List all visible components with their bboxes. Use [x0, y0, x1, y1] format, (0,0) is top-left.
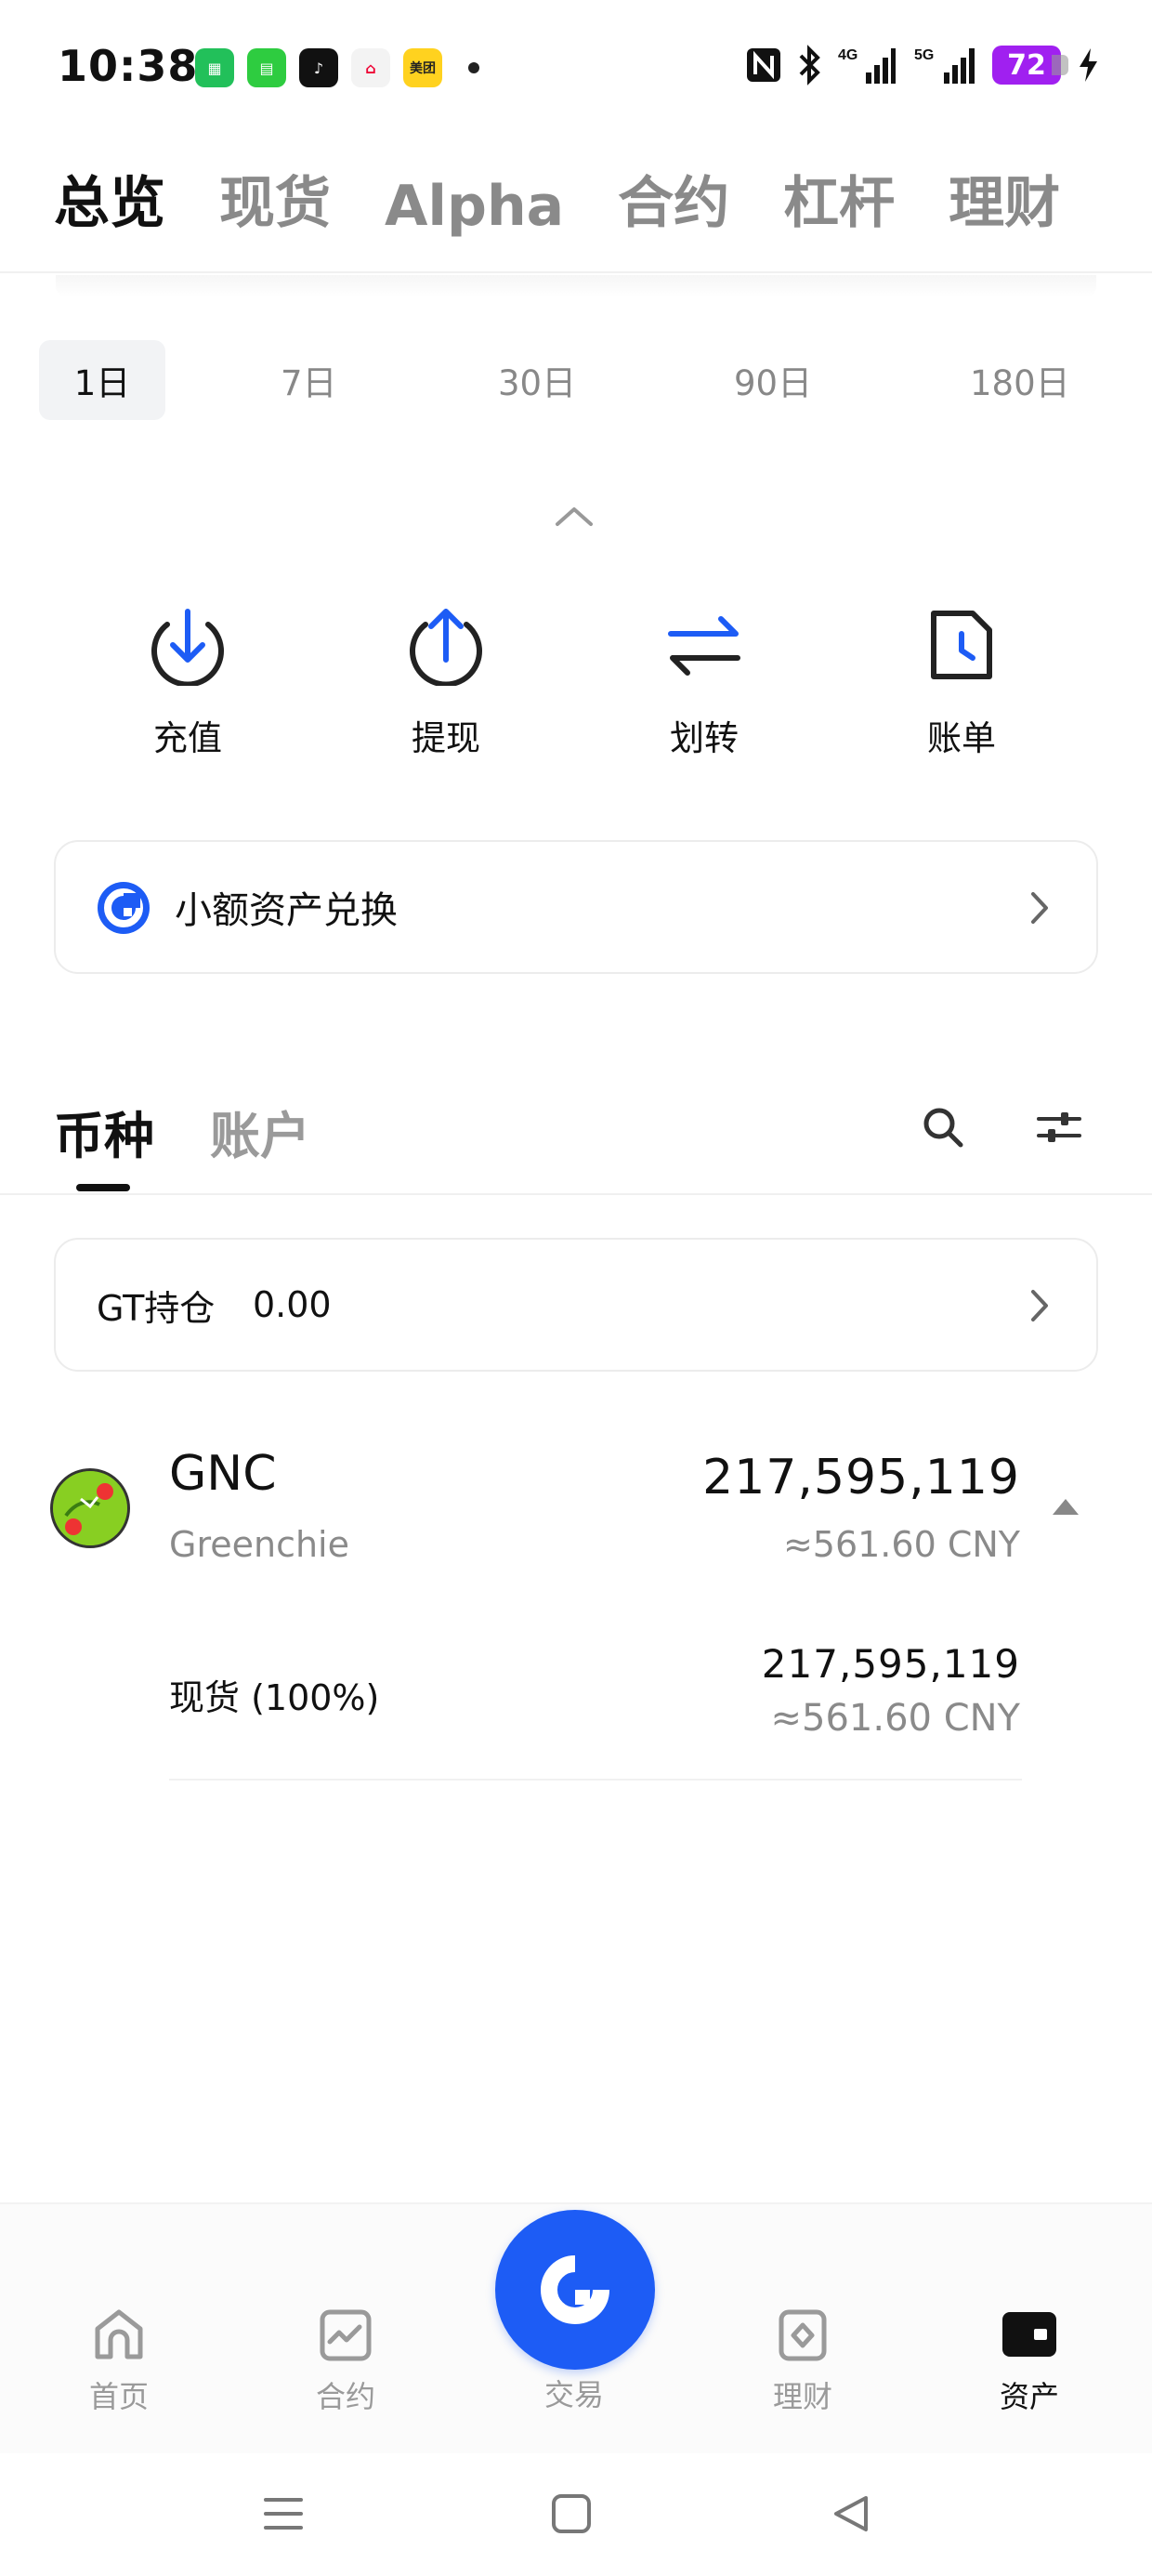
caret-up-icon[interactable] [1050, 1496, 1081, 1517]
withdraw-icon [410, 609, 482, 686]
status-bar: 10:38 ▦ ▤ ♪ ⌂ 美团 4G 5G 72 [0, 0, 1152, 130]
tab-margin[interactable]: 杠杆 [783, 158, 895, 239]
chevron-up-icon[interactable] [554, 502, 595, 530]
period-7d[interactable]: 7日 [281, 340, 337, 420]
nav-earn-label: 理财 [772, 2379, 832, 2414]
nav-assets-label: 资产 [999, 2379, 1059, 2414]
period-90d[interactable]: 90日 [734, 340, 812, 420]
transfer-label: 划转 [670, 718, 739, 758]
charging-icon [1076, 45, 1100, 85]
period-selector: 1日 7日 30日 90日 180日 [39, 340, 1117, 420]
period-1d[interactable]: 1日 [39, 340, 165, 420]
network-5g-label: 5G [914, 47, 934, 63]
back-triangle-icon[interactable] [829, 2491, 875, 2537]
home-app-icon: ⌂ [351, 48, 390, 87]
coin-name: Greenchie [169, 1524, 349, 1565]
chevron-right-icon [1031, 1290, 1048, 1321]
menu-icon[interactable] [260, 2491, 307, 2537]
withdraw-button[interactable]: 提现 [362, 604, 530, 760]
signal-5g-icon: 5G [910, 45, 977, 85]
bill-button[interactable]: 账单 [878, 604, 1045, 760]
coin-amount: 217,595,119 [702, 1450, 1020, 1505]
spot-breakdown-cny: ≈561.60 CNY [770, 1697, 1020, 1740]
system-navigation [0, 2453, 1152, 2576]
breakdown-divider [169, 1779, 1022, 1781]
home-icon [95, 2309, 143, 2359]
meituan-label: 美团 [410, 61, 436, 76]
coin-cny-value: ≈561.60 CNY [782, 1524, 1020, 1565]
tab-spot[interactable]: 现货 [219, 158, 331, 239]
battery-level: 72 [1007, 48, 1046, 82]
signal-4g-icon: 4G [838, 45, 896, 85]
period-30d[interactable]: 30日 [498, 340, 576, 420]
dust-convert-label: 小额资产兑换 [175, 889, 398, 932]
asset-tabs: 币种 账户 [54, 1095, 310, 1168]
nav-assets[interactable]: 资产 [964, 2307, 1094, 2416]
meituan-icon: 美团 [403, 48, 442, 87]
tab-earn[interactable]: 理财 [949, 158, 1060, 239]
nav-trade-label: 交易 [543, 2377, 604, 2412]
coin-symbol: GNC [169, 1446, 277, 1502]
earn-icon [779, 2309, 827, 2361]
trade-button[interactable] [495, 2210, 655, 2370]
filter-icon[interactable] [1035, 1106, 1083, 1149]
withdraw-label: 提现 [412, 718, 480, 758]
nfc-icon [745, 45, 782, 85]
bluetooth-icon [797, 45, 823, 85]
nav-home-label: 首页 [88, 2379, 149, 2414]
tab-alpha[interactable]: Alpha [385, 174, 564, 239]
bill-icon [931, 611, 992, 679]
battery-icon: 72 [992, 46, 1068, 85]
spot-breakdown-label: 现货 (100%) [169, 1677, 380, 1718]
gnc-coin-icon [50, 1468, 130, 1548]
status-indicators: 4G 5G 72 [745, 45, 1100, 85]
top-divider [0, 271, 1152, 273]
futures-chart-icon [320, 2309, 372, 2361]
notification-dot-icon [468, 62, 479, 73]
chevron-right-icon [1031, 892, 1048, 924]
deposit-icon [151, 609, 224, 686]
green-app-icon: ▦ [195, 48, 234, 87]
gt-holding-label: GT持仓 [97, 1287, 216, 1329]
tab-overview[interactable]: 总览 [54, 158, 165, 239]
tiktok-icon: ♪ [299, 48, 338, 87]
deposit-button[interactable]: 充值 [104, 604, 271, 760]
nav-futures[interactable]: 合约 [281, 2307, 411, 2416]
transfer-button[interactable]: 划转 [621, 604, 788, 760]
gate-trade-icon [541, 2255, 609, 2324]
home-square-icon[interactable] [548, 2491, 595, 2537]
gate-logo-icon [98, 882, 150, 934]
tab-futures[interactable]: 合约 [618, 158, 729, 239]
nav-futures-label: 合约 [315, 2379, 375, 2414]
top-tabs: 总览 现货 Alpha 合约 杠杆 理财 [54, 158, 1060, 239]
deposit-label: 充值 [153, 718, 222, 758]
status-app-icons: ▦ ▤ ♪ ⌂ 美团 [195, 48, 479, 87]
status-time: 10:38 [58, 41, 199, 91]
network-4g-label: 4G [838, 47, 857, 63]
transfer-icon [668, 616, 740, 676]
bill-label: 账单 [927, 718, 996, 758]
tab-accounts[interactable]: 账户 [210, 1095, 310, 1168]
nav-earn[interactable]: 理财 [738, 2307, 868, 2416]
dust-convert-card[interactable]: 小额资产兑换 [54, 840, 1098, 974]
active-tab-indicator [76, 1184, 130, 1191]
messages-icon: ▤ [247, 48, 286, 87]
period-180d[interactable]: 180日 [970, 340, 1070, 420]
spot-breakdown-amount: 217,595,119 [761, 1641, 1020, 1687]
nav-home[interactable]: 首页 [54, 2307, 184, 2416]
tab-coins[interactable]: 币种 [54, 1095, 154, 1168]
wallet-icon [1002, 2312, 1056, 2357]
search-icon[interactable] [920, 1104, 966, 1150]
gt-holding-value: 0.00 [253, 1284, 332, 1325]
asset-tabs-divider [0, 1193, 1152, 1195]
gt-holding-card[interactable]: GT持仓 0.00 [54, 1238, 1098, 1372]
top-card-edge [56, 275, 1096, 297]
